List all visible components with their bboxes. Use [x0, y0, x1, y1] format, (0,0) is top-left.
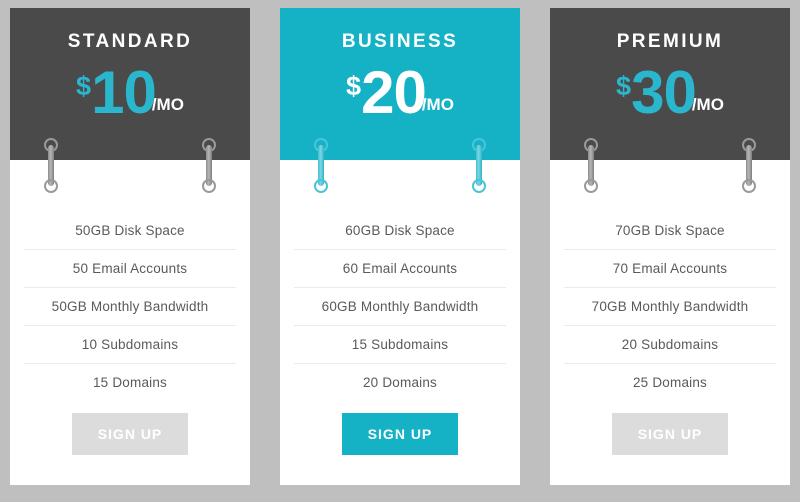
binder-ring-hoop-bottom-icon [472, 179, 486, 193]
feature-item: 10 Subdomains [24, 326, 236, 364]
plan-price-premium: $ 30 /MO [550, 59, 790, 126]
plan-card-standard: STANDARD $ 10 /MO 50GB Disk Space 50 Ema… [10, 8, 250, 485]
feature-item: 20 Domains [362, 375, 438, 390]
signup-button-business[interactable]: SIGN UP [341, 413, 459, 455]
price-amount-business: 20 [361, 59, 427, 126]
feature-item: 50 Email Accounts [24, 250, 236, 288]
binder-ring-icon [742, 138, 756, 193]
feature-item: 60GB Monthly Bandwidth [294, 288, 506, 326]
plan-footer-business: SIGN UP [280, 413, 520, 485]
feature-item: 25 Domains [632, 375, 708, 390]
plan-price-standard: $ 10 /MO [10, 59, 250, 126]
plan-footer-premium: SIGN UP [550, 413, 790, 485]
plan-title-business: BUSINESS [341, 31, 459, 52]
binder-ring-hoop-bottom-icon [44, 179, 58, 193]
binder-ring-hoop-bottom-icon [742, 179, 756, 193]
feature-item: 70 Email Accounts [564, 250, 776, 288]
plan-card-business: BUSINESS $ 20 /MO 60GB Disk Space 60 Ema… [280, 8, 520, 485]
binder-ring-hoop-bottom-icon [314, 179, 328, 193]
pricing-table: STANDARD $ 10 /MO 50GB Disk Space 50 Ema… [0, 0, 800, 502]
plan-card-premium: PREMIUM $ 30 /MO 70GB Disk Space 70 Emai… [550, 8, 790, 485]
binder-ring-icon [44, 138, 58, 193]
feature-item: 15 Subdomains [294, 326, 506, 364]
price-currency-standard: $ [76, 71, 92, 101]
binder-ring-hoop-bottom-icon [202, 179, 216, 193]
price-currency-premium: $ [616, 71, 632, 101]
plan-title-standard: STANDARD [67, 31, 193, 52]
plan-features-standard: 50GB Disk Space 50 Email Accounts 50GB M… [10, 160, 250, 413]
binder-ring-icon [584, 138, 598, 193]
binder-ring-icon [314, 138, 328, 193]
plan-features-premium: 70GB Disk Space 70 Email Accounts 70GB M… [550, 160, 790, 413]
plan-title-premium: PREMIUM [616, 31, 724, 52]
feature-item: 70GB Disk Space [564, 212, 776, 250]
signup-button-premium[interactable]: SIGN UP [611, 413, 729, 455]
price-currency-business: $ [346, 71, 362, 101]
price-period-business: /MO [421, 94, 454, 114]
binder-ring-hoop-bottom-icon [584, 179, 598, 193]
plan-features-business: 60GB Disk Space 60 Email Accounts 60GB M… [280, 160, 520, 413]
feature-item: 70GB Monthly Bandwidth [564, 288, 776, 326]
binder-ring-icon [202, 138, 216, 193]
plan-price-business: $ 20 /MO [280, 59, 520, 126]
feature-item: 50GB Monthly Bandwidth [24, 288, 236, 326]
feature-item: 50GB Disk Space [24, 212, 236, 250]
signup-button-standard[interactable]: SIGN UP [71, 413, 189, 455]
plan-footer-standard: SIGN UP [10, 413, 250, 485]
binder-ring-icon [472, 138, 486, 193]
price-period-standard: /MO [151, 94, 184, 114]
price-amount-standard: 10 [91, 59, 157, 126]
price-amount-premium: 30 [631, 59, 697, 126]
feature-item: 15 Domains [92, 375, 168, 390]
price-period-premium: /MO [691, 94, 724, 114]
feature-item: 60 Email Accounts [294, 250, 506, 288]
feature-item: 20 Subdomains [564, 326, 776, 364]
feature-item: 60GB Disk Space [294, 212, 506, 250]
